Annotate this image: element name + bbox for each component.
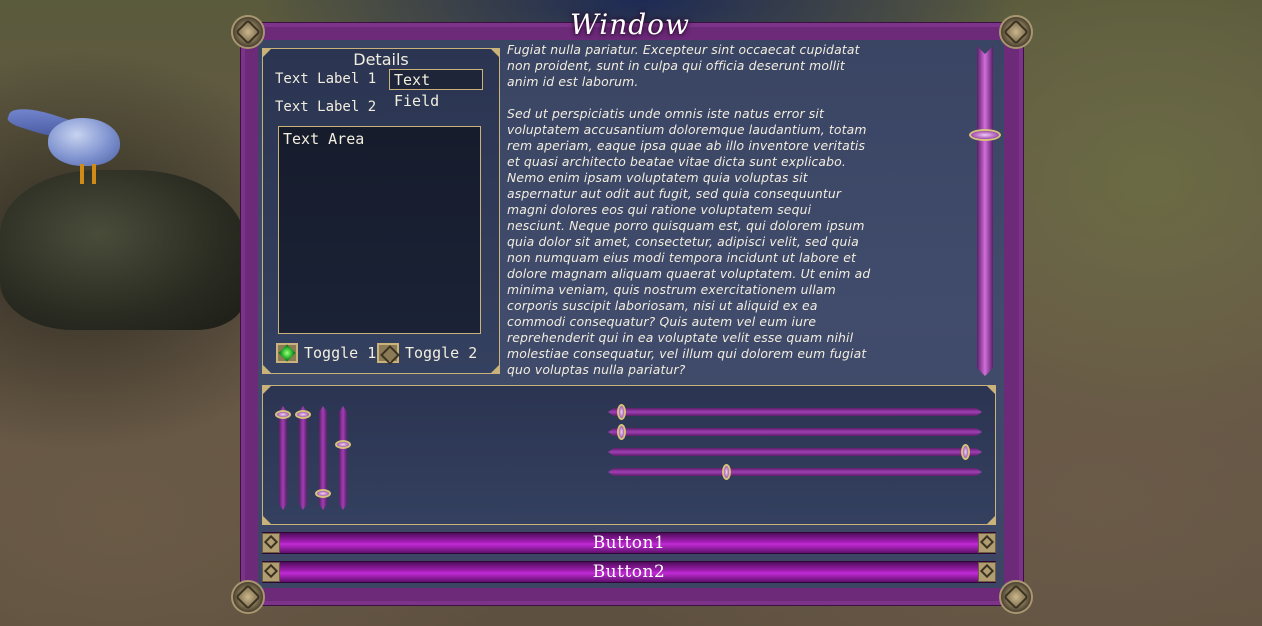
- button-1-label: Button1: [592, 533, 666, 553]
- vertical-scrollbar-thumb[interactable]: [969, 128, 1001, 141]
- horizontal-slider-thumb[interactable]: [960, 444, 970, 460]
- corner-knot-icon: [231, 15, 265, 49]
- toggle-1-label: Toggle 1: [304, 344, 377, 362]
- knot-cap-icon: [978, 562, 996, 582]
- button-2-label: Button2: [592, 562, 666, 582]
- vertical-scrollbar-track[interactable]: [977, 46, 993, 376]
- corner-knot-icon: [999, 15, 1033, 49]
- bird-leg: [92, 164, 96, 184]
- checkbox-checked-icon[interactable]: [276, 343, 298, 363]
- horizontal-slider-thumb[interactable]: [721, 464, 731, 480]
- toggle-2-label: Toggle 2: [405, 344, 478, 362]
- window-title[interactable]: Window: [520, 8, 740, 41]
- vertical-slider-thumb[interactable]: [275, 409, 291, 419]
- vertical-slider-4[interactable]: [339, 406, 347, 510]
- horizontal-slider-4[interactable]: [608, 468, 982, 476]
- vertical-slider-2[interactable]: [299, 406, 307, 510]
- horizontal-slider-thumb[interactable]: [616, 424, 626, 440]
- button-1[interactable]: Button1: [262, 532, 996, 554]
- text-field[interactable]: Text Field: [389, 69, 483, 110]
- checkbox-unchecked-icon[interactable]: [377, 343, 399, 363]
- corner-knot-icon: [999, 580, 1033, 614]
- toggle-1[interactable]: Toggle 1: [276, 343, 376, 363]
- horizontal-slider-3[interactable]: [608, 448, 982, 456]
- button-2[interactable]: Button2: [262, 561, 996, 583]
- scrollable-text[interactable]: Fugiat nulla pariatur. Excepteur sint oc…: [507, 42, 967, 378]
- vertical-slider-1[interactable]: [279, 406, 287, 510]
- horizontal-slider-thumb[interactable]: [616, 404, 626, 420]
- corner-knot-icon: [231, 580, 265, 614]
- background-rock: [0, 170, 245, 330]
- text-area[interactable]: Text Area: [278, 126, 481, 334]
- text-label-2: Text Label 2: [275, 99, 377, 115]
- horizontal-slider-1[interactable]: [608, 408, 982, 416]
- toggle-2[interactable]: Toggle 2: [377, 343, 477, 363]
- knot-cap-icon: [262, 562, 280, 582]
- text-label-1: Text Label 1: [275, 71, 377, 87]
- knot-cap-icon: [978, 533, 996, 553]
- knot-cap-icon: [262, 533, 280, 553]
- vertical-slider-thumb[interactable]: [295, 409, 311, 419]
- bird-leg: [80, 164, 84, 184]
- horizontal-slider-2[interactable]: [608, 428, 982, 436]
- vertical-slider-thumb[interactable]: [315, 488, 331, 498]
- details-title: Details: [353, 50, 409, 69]
- details-panel: Details Text Label 1 Text Field Text Lab…: [262, 48, 500, 374]
- bird-figure: [48, 118, 120, 166]
